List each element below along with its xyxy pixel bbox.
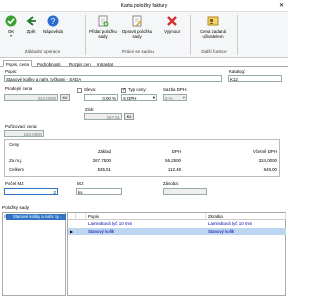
other-group-label: Další funkce: [201, 49, 227, 54]
close-icon[interactable]: ✕: [279, 2, 284, 9]
sazba-dph-label: Sazba DPH:: [163, 87, 188, 92]
update-item-label: Opravit položku sady: [121, 29, 153, 39]
window-title: Karta položky faktury: [120, 3, 168, 9]
remove-label: Vyjmout: [164, 29, 180, 34]
row-label: Celkem: [9, 167, 24, 172]
sleva-field[interactable]: 0,00 %: [84, 94, 118, 101]
back-label: Zpět: [26, 29, 36, 34]
katalog-label: Katalog:: [229, 69, 246, 74]
header-zaklad: Základ: [97, 149, 111, 154]
back-arrow-icon: [26, 16, 36, 26]
popis-label: Popis:: [5, 69, 18, 74]
chevron-down-icon: ▾: [182, 95, 185, 100]
prodejni-cena-label: Prodejní cena: [5, 86, 33, 91]
help-icon: ?: [47, 15, 59, 27]
cell-zaklad: 267,7500: [92, 158, 111, 163]
zisk-unit: Kč: [124, 113, 134, 120]
cell-dph: 112,49: [167, 167, 181, 172]
chevron-down-icon: ▾: [152, 95, 155, 100]
typ-ceny-value: S DPH: [123, 96, 137, 101]
grid-header-marker: [68, 213, 76, 220]
set-tree: Stanové kolíky a nahr. ty... ⊟: [2, 212, 66, 296]
sazba-dph-select[interactable]: 0 % ▾: [163, 94, 187, 101]
cell-zaklad: 535,51: [97, 167, 111, 172]
tree-item-set[interactable]: Stanové kolíky a nahr. ty...: [6, 214, 66, 220]
popis-field[interactable]: Stanové kolíky a nahr. tyčkami - SADA: [4, 75, 222, 82]
price-user-button[interactable]: Cena zadaná uživatelem: [193, 15, 233, 39]
table-row[interactable]: ▶ Stanový kolík Stanový kolík: [68, 228, 286, 235]
cell-popis: Laminátová tyč 10 mm: [88, 221, 133, 226]
pocet-mj-field[interactable]: 2: [4, 188, 58, 195]
mj-field[interactable]: ks: [76, 188, 122, 195]
back-button[interactable]: Zpět: [22, 15, 40, 34]
ribbon: OK ▾ Zpět ? Nápověda Základní operace Př…: [0, 12, 288, 58]
porizovaci-cena-field: 184,0000: [4, 130, 44, 137]
add-item-button[interactable]: Přidat položku sady: [88, 15, 118, 39]
add-item-label: Přidat položku sady: [89, 29, 117, 39]
svg-text:?: ?: [51, 17, 56, 26]
cell-zkratka: Stanový kolík: [208, 229, 235, 234]
tree-item-label: Stanové kolíky a nahr. ty...: [13, 214, 62, 219]
currency-button[interactable]: Kč: [60, 94, 70, 101]
remove-x-icon: [167, 16, 177, 26]
tab-popis-cena[interactable]: Popis, cena: [3, 60, 32, 67]
cell-vcetne: 648,00: [263, 167, 277, 172]
update-item-button[interactable]: Opravit položku sady: [120, 15, 154, 39]
help-label: Nápověda: [42, 29, 64, 34]
table-row[interactable]: Laminátová tyč 10 mm Laminátová tyč 10 m…: [68, 220, 286, 227]
sleva-checkbox[interactable]: [77, 88, 82, 93]
price-user-label: Cena zadaná uživatelem: [199, 29, 227, 39]
title-bar: Karta položky faktury ✕: [0, 0, 288, 12]
tab-bar: Popis, cena Podrobnosti Rozpis cen Intra…: [0, 59, 288, 67]
tab-intrastat[interactable]: Intrastat: [94, 60, 116, 67]
header-dph: DPH: [171, 149, 181, 154]
basic-group-label: Základní operace: [24, 49, 61, 54]
user-price-icon: [207, 16, 219, 26]
ribbon-separator: [237, 15, 238, 55]
edit-document-icon: [132, 15, 142, 27]
chevron-down-icon: ▾: [10, 34, 12, 38]
add-document-icon: [98, 15, 109, 27]
set-items-grid: Popis Zkratka Laminátová tyč 10 mm Lamin…: [67, 212, 286, 296]
grid-header-popis[interactable]: Popis: [86, 213, 206, 220]
pocet-mj-label: Počet MJ:: [5, 181, 25, 186]
sleva-label: Sleva:: [84, 87, 97, 92]
sazba-dph-value: 0 %: [165, 96, 173, 101]
header-vcetne-dph: Včetně DPH: [252, 149, 277, 154]
remove-button[interactable]: Vyjmout: [157, 15, 187, 34]
expand-icon[interactable]: ⊟: [4, 214, 7, 219]
cell-vcetne: 324,0000: [258, 158, 277, 163]
katalog-field[interactable]: K12: [228, 75, 282, 82]
prices-section-label: Ceny: [9, 142, 20, 147]
zasoba-label: Zásoba:: [163, 181, 179, 186]
cell-popis: Stanový kolík: [88, 229, 115, 234]
cell-dph: 56,2500: [165, 158, 181, 163]
row-pointer-icon: ▶: [70, 229, 74, 234]
prodejni-cena-field[interactable]: 324,0000: [4, 94, 58, 101]
help-button[interactable]: ? Nápověda: [41, 15, 65, 34]
zisk-field: 167,51: [84, 113, 122, 120]
ok-check-icon: [5, 15, 17, 27]
zisk-label: Zisk:: [85, 107, 95, 112]
mj-label: MJ:: [77, 181, 85, 186]
prices-panel: Ceny Základ DPH Včetně DPH Za m.j. 267,7…: [4, 139, 280, 177]
ok-button[interactable]: OK ▾: [2, 15, 20, 39]
set-items-title: Položky sady: [2, 205, 30, 210]
porizovaci-cena-label: Pořizovací cena:: [5, 124, 38, 129]
set-group-label: Práce se sadou: [122, 49, 154, 54]
typ-ceny-select[interactable]: S DPH ▾: [121, 94, 157, 101]
tab-podrobnosti[interactable]: Podrobnosti: [34, 60, 63, 67]
typ-ceny-label: Typ ceny:: [128, 87, 147, 92]
grid-header-zkratka[interactable]: Zkratka: [206, 213, 286, 220]
tab-rozpis-cen[interactable]: Rozpis cen: [66, 60, 94, 67]
cell-zkratka: Laminátová tyč 10 mm: [208, 221, 253, 226]
typ-ceny-checkbox[interactable]: [121, 87, 126, 93]
grid-header-flag: [76, 213, 86, 220]
row-label: Za m.j.: [9, 158, 23, 163]
zasoba-field: [163, 188, 207, 195]
